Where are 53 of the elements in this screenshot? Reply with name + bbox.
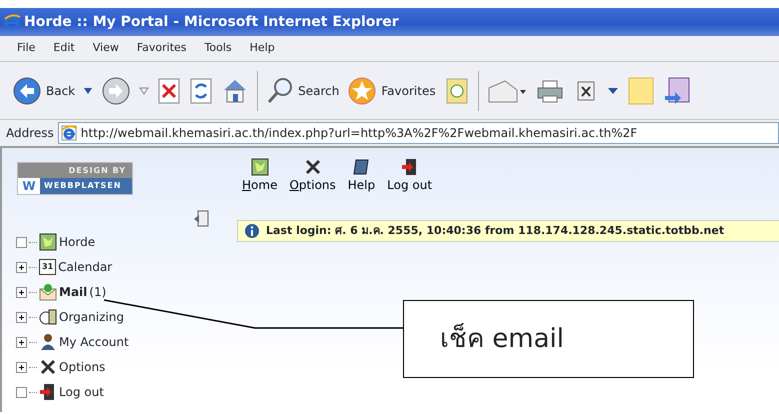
- calendar-icon: 31: [39, 259, 56, 275]
- nav-link[interactable]: Options: [289, 158, 336, 194]
- menu-item[interactable]: View: [84, 40, 128, 57]
- tree-item[interactable]: Options: [16, 357, 129, 377]
- tree-item[interactable]: Organizing: [16, 307, 129, 327]
- expand-icon[interactable]: [16, 336, 27, 348]
- tree-item[interactable]: Horde: [16, 232, 129, 252]
- collapse-icon[interactable]: [193, 210, 209, 228]
- tree-item[interactable]: Log out: [16, 382, 129, 402]
- last-login-notice: Last login: ศ. 6 ม.ค. 2555, 10:40:36 from 118.174.128.245.static.totbb.net: [237, 220, 779, 242]
- map-icon: [39, 233, 57, 251]
- browser-icon: [4, 14, 20, 30]
- window-title: Horde :: My Portal - Microsoft Internet Explorer: [24, 12, 399, 32]
- nav-link[interactable]: Home: [242, 158, 278, 194]
- tree-item[interactable]: Mail (1): [16, 282, 129, 302]
- logo: DESIGN BY W WEBBPLATSEN: [17, 162, 133, 195]
- forward-icon[interactable]: [101, 76, 132, 106]
- menu-item[interactable]: Favorites: [128, 40, 196, 57]
- book-icon: [352, 158, 370, 176]
- star-button[interactable]: Favorites: [347, 76, 436, 106]
- node-box-icon: [16, 236, 27, 248]
- exit-icon: [39, 383, 57, 401]
- nav-link[interactable]: Help: [348, 158, 376, 194]
- menu-item[interactable]: Edit: [44, 40, 84, 57]
- person-icon: [39, 333, 57, 351]
- history-icon[interactable]: [444, 76, 470, 106]
- exit-icon: [400, 158, 419, 176]
- address-field[interactable]: http://webmail.khemasiri.ac.th/index.php?url=http%3A%2F%2Fwebmail.khemasiri.ac.th%2F: [58, 122, 779, 144]
- stop-icon[interactable]: [157, 76, 182, 106]
- menu-item[interactable]: Help: [240, 40, 284, 57]
- back-button[interactable]: Back: [12, 76, 76, 106]
- tools-icon: [304, 158, 322, 176]
- home-icon: [250, 158, 269, 176]
- refresh-icon[interactable]: [189, 76, 214, 106]
- node-box-icon: [16, 386, 27, 398]
- search-button[interactable]: Search: [266, 76, 340, 106]
- search-icon: [266, 76, 294, 106]
- tree-item[interactable]: My Account: [16, 332, 129, 352]
- address-label: Address: [6, 125, 54, 142]
- nav-link[interactable]: Log out: [387, 158, 432, 194]
- menu-item[interactable]: File: [8, 40, 44, 57]
- expand-icon[interactable]: [16, 286, 27, 298]
- expand-icon[interactable]: [16, 262, 27, 272]
- back-icon: [12, 76, 42, 106]
- page-icon: [60, 125, 77, 141]
- tools-icon: [39, 358, 57, 376]
- callout-box: เช็ค email: [403, 300, 694, 378]
- tree-item[interactable]: 31 Calendar: [16, 257, 129, 277]
- expand-icon[interactable]: [16, 362, 27, 372]
- expand-icon[interactable]: [16, 312, 27, 322]
- envelope-icon: [39, 283, 57, 301]
- info-icon: [244, 223, 260, 239]
- menu-item[interactable]: Tools: [196, 40, 241, 57]
